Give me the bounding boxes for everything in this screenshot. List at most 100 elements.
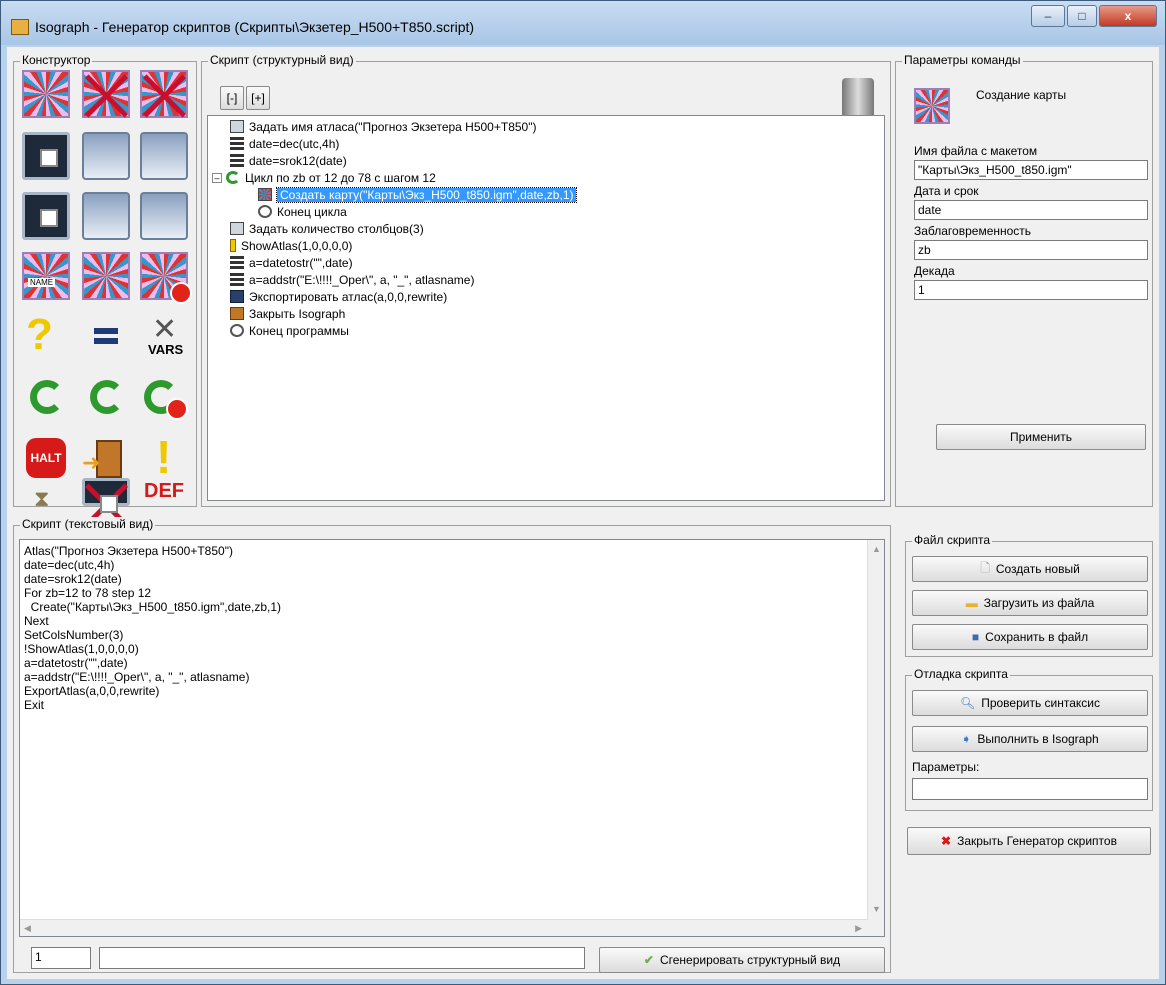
open-folder-icon: ▬ — [965, 596, 978, 610]
exclamation-icon[interactable]: ! — [140, 434, 188, 482]
tree-item[interactable]: ShowAtlas(1,0,0,0,0) — [230, 237, 352, 254]
hourglass-icon[interactable]: ⧗ — [22, 486, 70, 506]
tree-item[interactable]: Конец цикла — [258, 203, 347, 220]
assign-icon[interactable] — [82, 312, 130, 360]
horizontal-scrollbar[interactable]: ◀ ▶ — [20, 919, 868, 936]
code-line: ExportAtlas(a,0,0,rewrite) — [24, 684, 160, 698]
generate-structure-button[interactable]: ✔ Сгенерировать структурный вид — [599, 947, 885, 973]
loop-list-icon[interactable] — [82, 374, 130, 422]
tree-item[interactable]: date=srok12(date) — [230, 152, 347, 169]
cols-number-icon[interactable] — [82, 252, 130, 300]
tree-item-loop[interactable]: – Цикл по zb от 12 до 78 с шагом 12 — [212, 169, 436, 186]
params-label: Параметры: — [912, 760, 980, 774]
code-line: Atlas("Прогноз Экзетера H500+T850") — [24, 544, 233, 558]
code-line: SetColsNumber(3) — [24, 628, 124, 642]
file-group-label: Файл скрипта — [912, 533, 992, 547]
export-atlas-icon[interactable] — [82, 192, 130, 240]
load-script-button[interactable]: ▬ Загрузить из файла — [912, 590, 1148, 616]
end-loop-icon — [258, 205, 272, 218]
collapse-all-button[interactable]: [-] — [220, 86, 244, 110]
loop-icon[interactable] — [22, 374, 70, 422]
close-window-button[interactable]: x — [1099, 5, 1157, 27]
print-map-icon[interactable] — [140, 132, 188, 180]
remove-atlas-icon[interactable] — [140, 252, 192, 304]
tree-item[interactable]: Закрыть Isograph — [230, 305, 345, 322]
layout-file-field[interactable]: "Карты\Экз_H500_t850.igm" — [914, 160, 1148, 180]
remove-loop-icon[interactable] — [140, 374, 188, 422]
command-name: Создание карты — [976, 88, 1067, 102]
app-icon — [11, 19, 29, 35]
run-in-isograph-button[interactable]: ➧ Выполнить в Isograph — [912, 726, 1148, 752]
window-title: Isograph - Генератор скриптов (Скрипты\Э… — [35, 19, 475, 35]
def-icon[interactable]: DEF — [140, 480, 188, 506]
magnifier-icon: 🔍︎ — [959, 696, 976, 710]
lead-time-field[interactable]: zb — [914, 240, 1148, 260]
floppy-disk-icon — [230, 290, 244, 303]
file-group: Файл скрипта 🗋 Создать новый ▬ Загрузить… — [905, 533, 1153, 657]
delete-map-icon[interactable] — [82, 70, 130, 118]
text-view-label: Скрипт (текстовый вид) — [20, 517, 156, 531]
code-line: Create("Карты\Экз_H500_t850.igm",date,zb… — [24, 600, 282, 614]
structured-label: Скрипт (структурный вид) — [208, 53, 356, 67]
cols-number-icon — [230, 222, 244, 235]
assign-icon — [230, 273, 244, 286]
atlas-name-icon[interactable]: NAME — [22, 252, 70, 300]
check-syntax-button[interactable]: 🔍︎ Проверить синтаксис — [912, 690, 1148, 716]
end-program-icon — [230, 324, 244, 337]
close-generator-button[interactable]: ✖ Закрыть Генератор скриптов — [907, 827, 1151, 855]
code-line: For zb=12 to 78 step 12 — [24, 586, 152, 600]
constructor-label: Конструктор — [20, 53, 93, 67]
code-line: date=srok12(date) — [24, 572, 122, 586]
field-label-lead: Заблаговременность — [914, 224, 1032, 238]
delete-all-maps-icon[interactable] — [140, 70, 188, 118]
vars-icon[interactable]: ✕ VARS — [140, 312, 188, 360]
atlas-name-icon — [230, 120, 244, 133]
halt-icon[interactable]: HALT — [22, 434, 70, 482]
create-map-icon[interactable] — [22, 70, 70, 118]
code-line: !ShowAtlas(1,0,0,0,0) — [24, 642, 139, 656]
exit-door-icon[interactable]: ➜ — [82, 434, 130, 482]
show-map-icon[interactable] — [22, 132, 70, 180]
script-tree[interactable]: Задать имя атласа("Прогноз Экзетера H500… — [207, 115, 885, 501]
create-map-icon — [258, 188, 272, 201]
tree-item[interactable]: Экспортировать атлас(a,0,0,rewrite) — [230, 288, 447, 305]
assign-icon — [230, 154, 244, 167]
new-script-button[interactable]: 🗋 Создать новый — [912, 556, 1148, 582]
show-atlas-icon[interactable] — [22, 192, 70, 240]
tree-item[interactable]: date=dec(utc,4h) — [230, 135, 339, 152]
date-field[interactable]: date — [914, 200, 1148, 220]
tree-item[interactable]: a=datetostr("",date) — [230, 254, 353, 271]
new-file-icon: 🗋 — [980, 560, 990, 575]
question-vars-icon[interactable]: ? — [22, 312, 70, 360]
close-icon: ✖ — [941, 834, 952, 848]
tree-item[interactable]: a=addstr("E:\!!!!_Oper\", a, "_", atlasn… — [230, 271, 474, 288]
tree-item[interactable]: Задать количество столбцов(3) — [230, 220, 424, 237]
assign-icon — [230, 256, 244, 269]
tree-item[interactable]: Задать имя атласа("Прогноз Экзетера H500… — [230, 118, 536, 135]
print-atlas-icon[interactable] — [140, 192, 188, 240]
script-text-editor[interactable]: Atlas("Прогноз Экзетера H500+T850") date… — [19, 539, 885, 937]
checkmark-icon: ✔ — [643, 953, 654, 967]
export-map-icon[interactable] — [82, 132, 130, 180]
code-line: a=datetostr("",date) — [24, 656, 128, 670]
trash-icon[interactable] — [842, 78, 874, 118]
run-params-field[interactable] — [912, 778, 1148, 800]
floppy-disk-icon: ■ — [971, 630, 980, 644]
hide-atlas-icon[interactable] — [82, 478, 130, 513]
tree-toggle[interactable]: – — [212, 172, 222, 183]
exit-door-icon — [230, 307, 244, 320]
apply-button[interactable]: Применить — [936, 424, 1146, 450]
field-label-decade: Декада — [914, 264, 955, 278]
tree-item[interactable]: Конец программы — [230, 322, 349, 339]
expand-all-button[interactable]: [+] — [246, 86, 270, 110]
field-label-layout: Имя файла с макетом — [914, 144, 1038, 158]
title-bar[interactable]: Isograph - Генератор скриптов (Скрипты\Э… — [1, 1, 1165, 45]
decade-field[interactable]: 1 — [914, 280, 1148, 300]
assign-icon — [230, 137, 244, 150]
debug-group-label: Отладка скрипта — [912, 667, 1010, 681]
vertical-scrollbar[interactable]: ▲ ▼ — [867, 540, 884, 936]
minimize-button[interactable]: – — [1031, 5, 1065, 27]
tree-item-selected[interactable]: Создать карту("Карты\Экз_H500_t850.igm",… — [258, 186, 578, 203]
maximize-button[interactable]: □ — [1067, 5, 1097, 27]
save-script-button[interactable]: ■ Сохранить в файл — [912, 624, 1148, 650]
